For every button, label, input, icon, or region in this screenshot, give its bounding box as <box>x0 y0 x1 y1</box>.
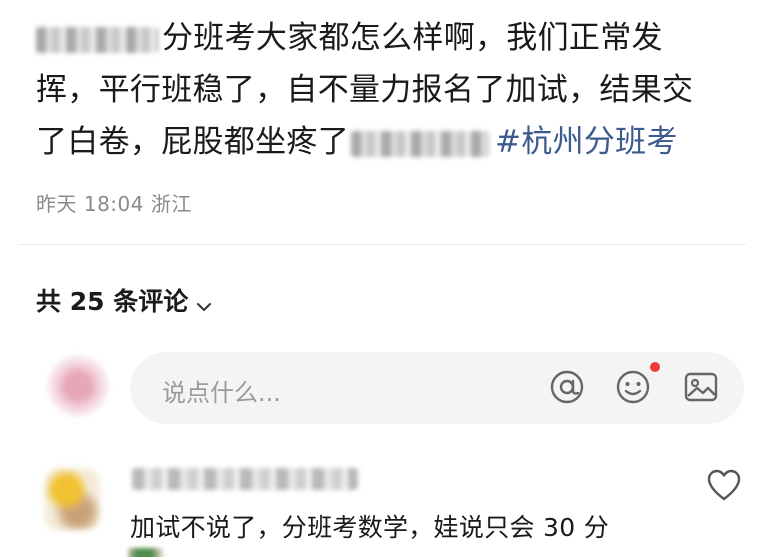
comment-input[interactable]: 说点什么... <box>130 352 744 424</box>
emoji-icon[interactable] <box>614 368 652 406</box>
chevron-down-icon <box>196 292 212 311</box>
post-text-line1: 分班考大家都怎么样啊，我们正常发 <box>162 20 663 56</box>
heart-icon[interactable] <box>706 468 742 504</box>
comments-count-label: 共 25 条评论 <box>36 287 189 316</box>
post-detail-page: 分班考大家都怎么样啊，我们正常发 挥，平行班稳了，自不量力报名了加试，结果交 了… <box>0 0 764 557</box>
next-comment-partial <box>128 548 168 557</box>
divider <box>18 244 746 245</box>
commenter-name-redacted <box>132 468 358 490</box>
blurred-hashtag <box>351 130 489 157</box>
post-text-line3: 了白卷，屁股都坐疼了 <box>36 124 349 160</box>
comments-count-toggle[interactable]: 共 25 条评论 <box>36 282 212 318</box>
post-meta: 昨天 18:04 浙江 <box>36 188 192 217</box>
post-content: 分班考大家都怎么样啊，我们正常发 挥，平行班稳了，自不量力报名了加试，结果交 了… <box>36 12 736 168</box>
notification-dot <box>650 362 660 372</box>
current-user-avatar <box>48 356 108 416</box>
commenter-avatar[interactable] <box>44 468 100 530</box>
post-text-line2: 挥，平行班稳了，自不量力报名了加试，结果交 <box>36 72 694 108</box>
hashtag-link[interactable]: #杭州分班考 <box>495 124 678 160</box>
blurred-redaction <box>36 26 158 53</box>
post-location: 浙江 <box>150 192 192 216</box>
comment-text: 加试不说了，分班考数学，娃说只会 30 分 <box>130 513 610 542</box>
image-icon[interactable] <box>682 368 720 406</box>
at-icon[interactable] <box>548 368 586 406</box>
comment-input-placeholder: 说点什么... <box>162 379 281 407</box>
post-time: 昨天 18:04 <box>36 192 144 216</box>
